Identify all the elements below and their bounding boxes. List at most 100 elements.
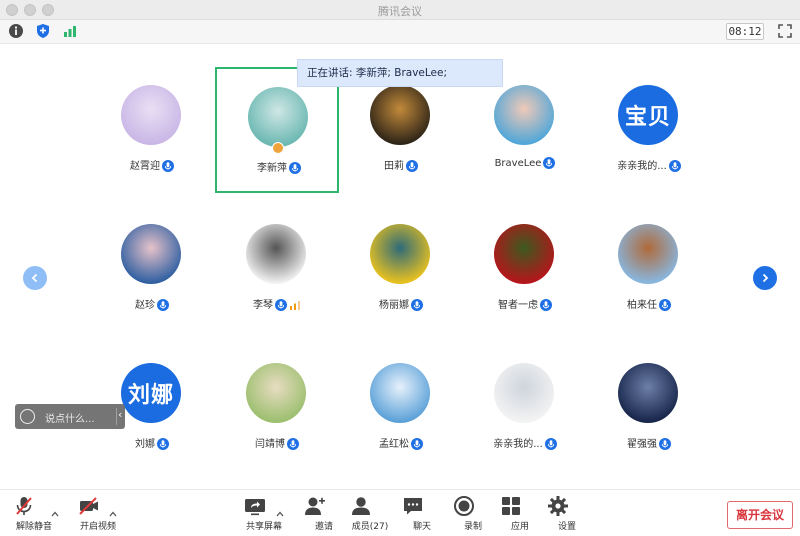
mic-on-icon <box>287 438 299 450</box>
apps-button[interactable]: 应用 <box>500 495 529 532</box>
participant-name-row: 田莉 <box>339 157 463 172</box>
video-options-caret-icon[interactable] <box>108 509 118 519</box>
speaking-banner: 正在讲话: 李新萍; BraveLee; <box>297 59 503 87</box>
avatar <box>121 224 181 284</box>
start-video-button[interactable]: 开启视频 <box>78 495 116 532</box>
gear-icon <box>548 496 568 516</box>
chat-quick-input[interactable]: 说点什么... ‹ <box>15 404 125 429</box>
avatar <box>370 85 430 145</box>
participant-name: 杨丽娜 <box>379 300 409 311</box>
signal-icon[interactable] <box>62 23 78 39</box>
volume-level-icon <box>290 301 300 310</box>
mic-on-icon <box>411 438 423 450</box>
avatar <box>494 363 554 423</box>
mic-on-icon <box>540 299 552 311</box>
mic-on-icon <box>275 299 287 311</box>
mic-on-icon <box>406 160 418 172</box>
participant-name-row: 闫靖博 <box>215 435 339 450</box>
avatar <box>494 224 554 284</box>
participant-name-row: 智者一虑 <box>463 296 587 311</box>
status-bar: 08:12 <box>0 20 800 44</box>
participant-name: 智者一虑 <box>498 300 538 311</box>
avatar <box>370 363 430 423</box>
mic-on-icon <box>289 162 301 174</box>
add-user-icon <box>305 497 325 515</box>
members-icon <box>352 497 370 515</box>
participant-tile[interactable]: 孟红松 <box>339 345 463 471</box>
participant-name-row: 亲亲我的... <box>587 157 711 172</box>
participant-name-row: 李琴 <box>215 296 339 311</box>
participant-name: 田莉 <box>384 161 404 172</box>
participant-tile[interactable]: 闫靖博 <box>215 345 339 471</box>
mic-on-icon <box>162 160 174 172</box>
avatar <box>248 87 308 147</box>
host-badge-icon <box>272 142 284 154</box>
participant-name-row: BraveLee <box>463 157 587 169</box>
unmute-button[interactable]: 解除静音 <box>14 495 52 532</box>
mic-on-icon <box>544 438 557 450</box>
settings-button[interactable]: 设置 <box>547 495 576 532</box>
avatar <box>494 85 554 145</box>
participant-tile[interactable]: 赵珍 <box>90 206 214 332</box>
audio-options-caret-icon[interactable] <box>50 509 60 519</box>
participant-name: 闫靖博 <box>255 439 285 450</box>
apps-grid-icon <box>502 497 520 515</box>
avatar <box>618 224 678 284</box>
participant-tile[interactable]: 亲亲我的... <box>463 345 587 471</box>
participant-name: 孟红松 <box>379 439 409 450</box>
mic-on-icon <box>659 438 671 450</box>
participant-name: 刘娜 <box>135 439 155 450</box>
info-icon[interactable] <box>8 23 24 39</box>
mic-on-icon <box>157 299 169 311</box>
collapse-chevron-icon[interactable]: ‹ <box>118 408 122 421</box>
avatar <box>618 363 678 423</box>
participant-name-row: 赵霄迎 <box>90 157 214 172</box>
participant-tile[interactable]: 杨丽娜 <box>339 206 463 332</box>
participant-name: 翟强强 <box>627 439 657 450</box>
leave-meeting-button[interactable]: 离开会议 <box>727 501 793 529</box>
avatar: 宝贝 <box>618 85 678 145</box>
mic-on-icon <box>668 160 681 172</box>
participant-name: 李琴 <box>253 300 273 311</box>
mic-on-icon <box>411 299 423 311</box>
chat-button[interactable]: 聊天 <box>402 495 431 532</box>
participant-name: 李新萍 <box>257 163 287 174</box>
start-video-label: 开启视频 <box>79 522 116 532</box>
share-options-caret-icon[interactable] <box>275 509 285 519</box>
meeting-timer: 08:12 <box>726 23 764 40</box>
members-button[interactable]: 成员(27) <box>350 495 388 532</box>
shield-icon[interactable] <box>35 23 51 39</box>
participant-name-row: 刘娜 <box>90 435 214 450</box>
title-bar: 腾讯会议 <box>0 0 800 20</box>
share-screen-button[interactable]: 共享屏幕 <box>244 495 282 532</box>
participant-name: 亲亲我的... <box>493 439 543 450</box>
mic-on-icon <box>659 299 671 311</box>
invite-button[interactable]: 邀请 <box>304 495 333 532</box>
participant-name: 赵霄迎 <box>130 161 160 172</box>
participant-tile[interactable]: 柏来任 <box>587 206 711 332</box>
avatar: 刘娜 <box>121 363 181 423</box>
mic-on-icon <box>157 438 169 450</box>
participant-tile[interactable]: 赵霄迎 <box>90 67 214 193</box>
fullscreen-icon[interactable] <box>777 23 793 39</box>
prev-page-button[interactable] <box>23 266 47 290</box>
record-button[interactable]: 录制 <box>453 495 482 532</box>
share-screen-icon <box>245 499 265 516</box>
chat-bubble-icon <box>404 498 422 515</box>
emoji-icon[interactable] <box>20 409 35 424</box>
chevron-right-icon <box>762 273 769 283</box>
avatar <box>246 224 306 284</box>
mic-muted-icon <box>16 497 32 515</box>
avatar <box>370 224 430 284</box>
participant-tile[interactable]: 宝贝亲亲我的... <box>587 67 711 193</box>
participant-tile[interactable]: 李琴 <box>215 206 339 332</box>
avatar-initials: 刘娜 <box>127 383 174 408</box>
participant-tile[interactable]: 翟强强 <box>587 345 711 471</box>
participant-tile[interactable]: 智者一虑 <box>463 206 587 332</box>
video-off-icon <box>79 497 98 515</box>
next-page-button[interactable] <box>753 266 777 290</box>
avatar <box>246 363 306 423</box>
record-icon <box>454 496 474 516</box>
avatar <box>121 85 181 145</box>
participant-name-row: 亲亲我的... <box>463 435 587 450</box>
